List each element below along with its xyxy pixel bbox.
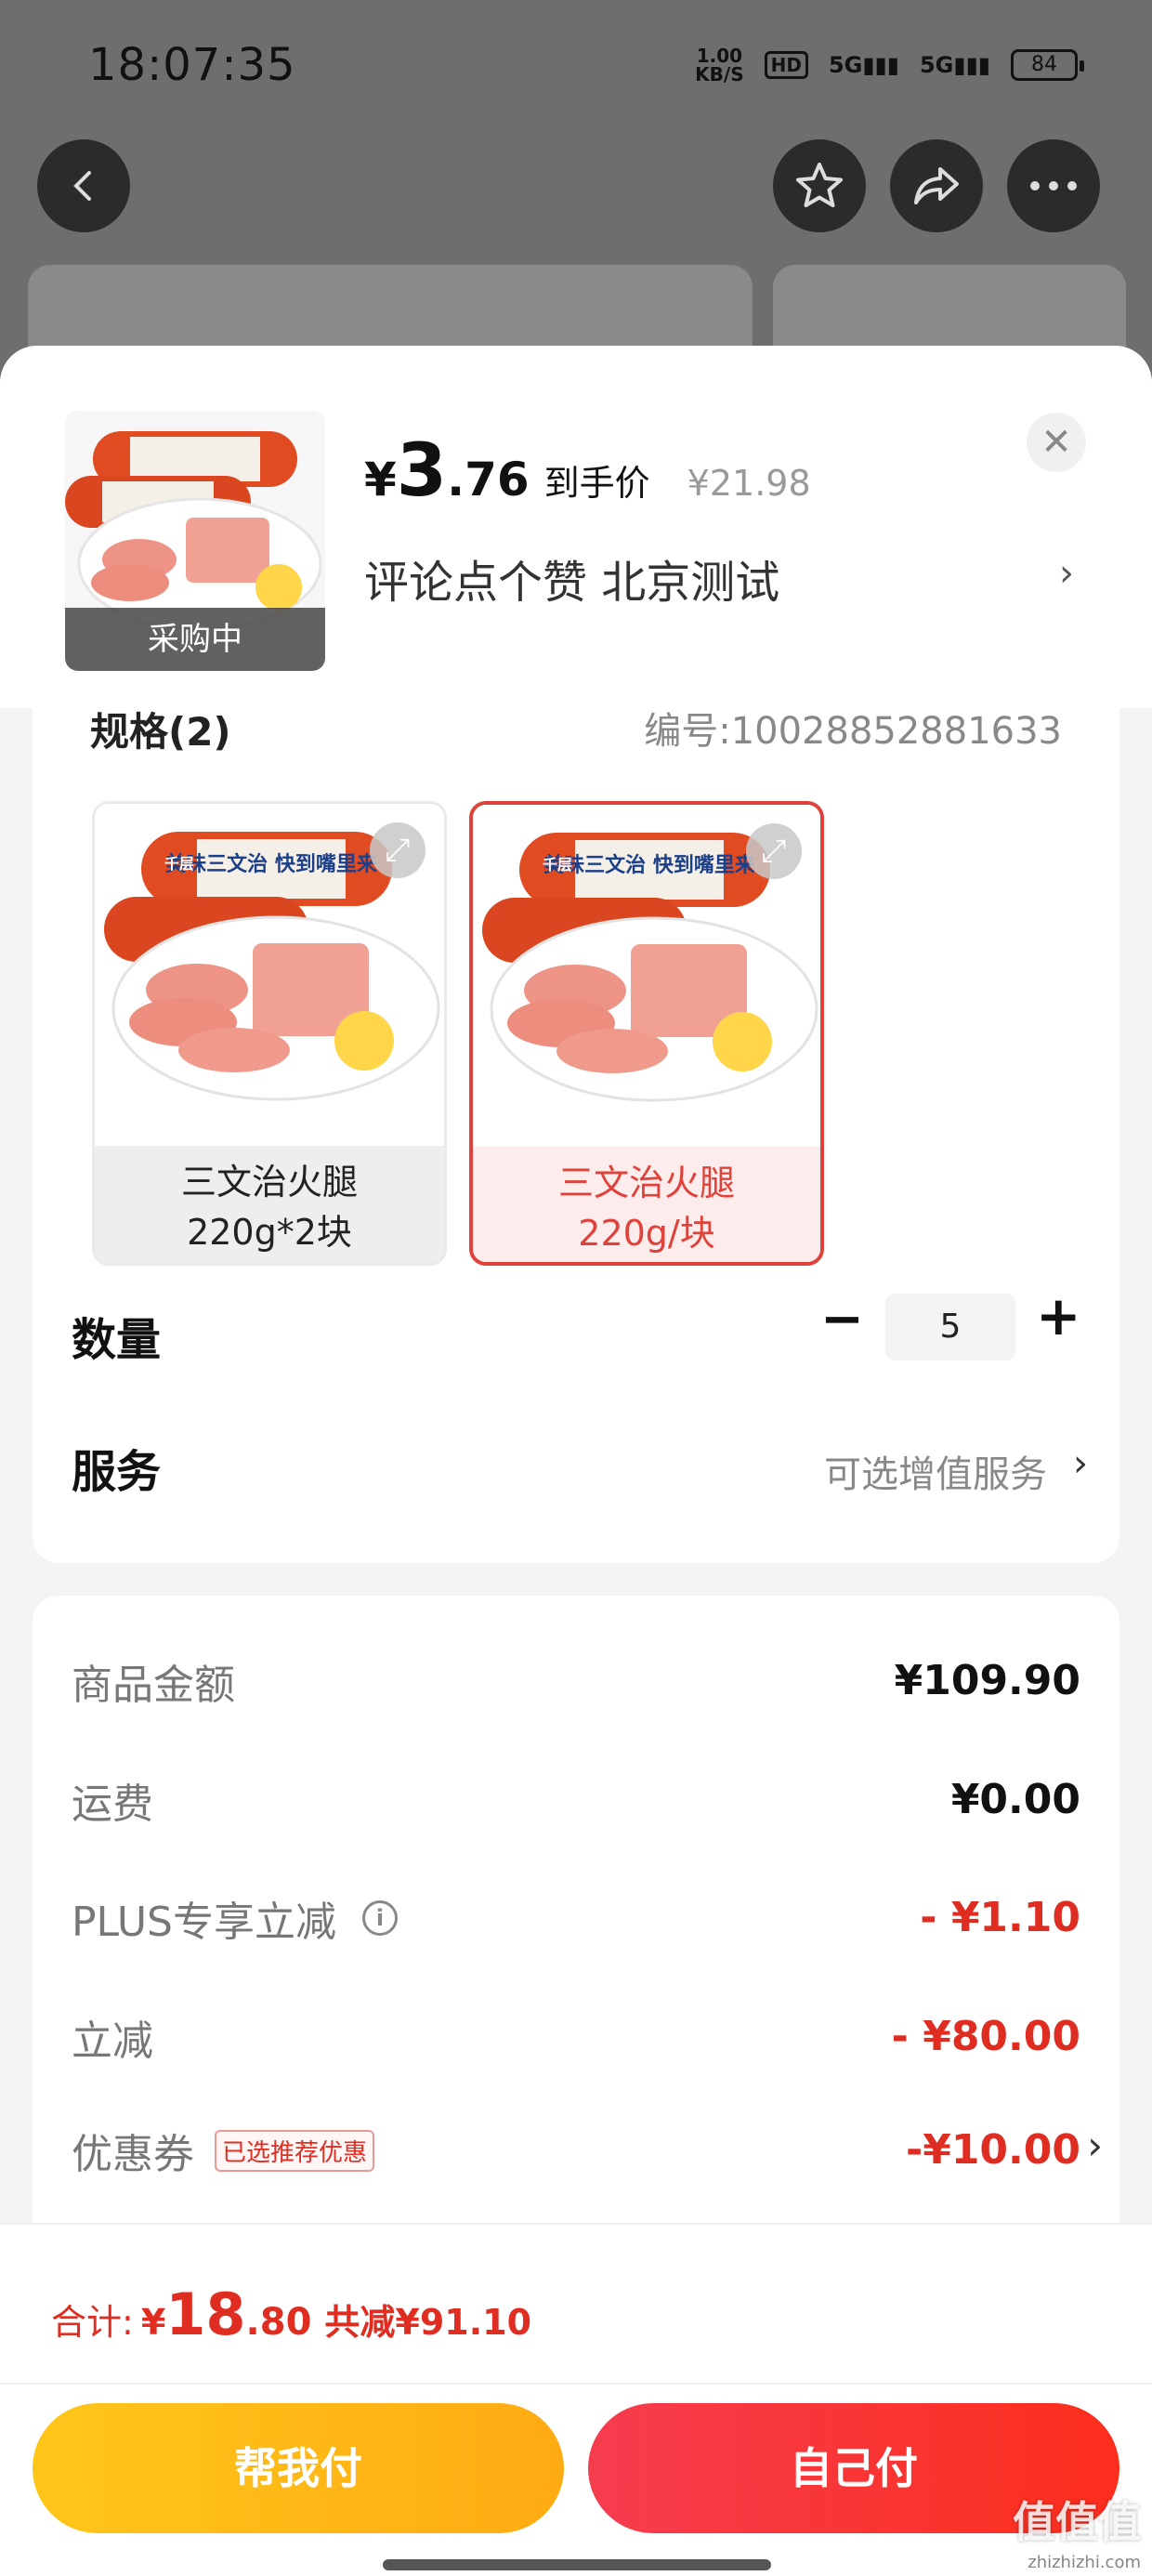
amount-card: 商品金额 ¥109.90 运费 ¥0.00 PLUS专享立减 i - ¥1.10…	[33, 1596, 1119, 2246]
purchase-sheet: 采购中 ¥ 3 .76 到手价 ¥21.98 ✕ 评论点个赞 北京测试 › 规格…	[0, 346, 1152, 2576]
price-decimal: .76	[447, 453, 530, 506]
total-summary: 合计: ¥ 18 .80 共减¥91.10	[51, 2280, 531, 2348]
share-icon	[914, 167, 959, 204]
close-button[interactable]: ✕	[1027, 413, 1086, 472]
back-button[interactable]	[37, 139, 130, 232]
amount-row-plus-discount: PLUS专享立减 i - ¥1.10	[72, 1888, 1080, 1953]
address-line[interactable]: 评论点个赞 北京测试	[364, 545, 779, 611]
status-bar: 18:07:35 1.00 KB/S HD 5G▮▮▮ 5G▮▮▮ 84	[0, 0, 1152, 139]
battery-icon: 84	[1011, 49, 1084, 81]
info-icon[interactable]: i	[362, 1900, 398, 1936]
svg-text:美味三文治 快到嘴里来: 美味三文治 快到嘴里来	[543, 853, 756, 877]
quantity-input[interactable]: 5	[885, 1294, 1015, 1360]
amount-value: - ¥80.00	[891, 2013, 1080, 2060]
product-code: 编号:10028852881633	[644, 710, 1062, 753]
net-speed-indicator: 1.00 KB/S	[695, 45, 744, 85]
sheet-header: 采购中 ¥ 3 .76 到手价 ¥21.98 ✕ 评论点个赞 北京测试 ›	[0, 346, 1152, 708]
amount-label: 运费	[72, 1781, 153, 1828]
amount-row-coupon[interactable]: 优惠券 已选推荐优惠 -¥10.00 ›	[72, 2121, 1103, 2186]
signal-icon: 5G▮▮▮	[828, 52, 899, 78]
more-dots-icon	[1030, 181, 1077, 191]
amount-label: PLUS专享立减 i	[72, 1888, 398, 1948]
expand-icon[interactable]: ⤢	[746, 823, 802, 879]
favorite-button[interactable]	[773, 139, 866, 232]
home-indicator[interactable]	[383, 2559, 771, 2570]
total-decimal: .80	[245, 2301, 312, 2344]
spec-option-selected[interactable]: 美味三文治 快到嘴里来 千层 ⤢ 三文治火腿 220g/块	[469, 801, 824, 1266]
amount-value: -¥10.00	[905, 2126, 1080, 2174]
chevron-right-icon[interactable]: ›	[1059, 552, 1074, 595]
service-hint[interactable]: 可选增值服务	[824, 1444, 1047, 1498]
share-button[interactable]	[890, 139, 983, 232]
amount-row-subtotal: 商品金额 ¥109.90	[72, 1651, 1080, 1716]
divider	[0, 2383, 1152, 2385]
watermark-url: zhizhizhi.com	[1028, 2553, 1141, 2572]
spec-option-label: 三文治火腿 220g/块	[473, 1147, 820, 1262]
price-integer: 3	[396, 429, 448, 513]
amount-label: 商品金额	[72, 1662, 235, 1709]
status-icons: 1.00 KB/S HD 5G▮▮▮ 5G▮▮▮ 84	[695, 45, 1084, 85]
total-integer: 18	[165, 2280, 246, 2348]
close-icon: ✕	[1041, 421, 1072, 464]
svg-text:千层: 千层	[543, 856, 572, 874]
price-row: ¥ 3 .76 到手价 ¥21.98	[364, 429, 811, 513]
svg-text:美味三文治 快到嘴里来: 美味三文治 快到嘴里来	[165, 852, 378, 876]
status-time: 18:07:35	[88, 39, 296, 91]
service-label: 服务	[72, 1446, 162, 1498]
price-currency: ¥	[364, 453, 397, 506]
amount-value: - ¥1.10	[920, 1894, 1080, 1941]
chevron-right-icon[interactable]: ›	[1087, 2123, 1103, 2168]
quantity-plus-button[interactable]: +	[1036, 1284, 1081, 1347]
spec-option-label: 三文治火腿 220g*2块	[95, 1146, 444, 1263]
total-saved: 共减¥91.10	[324, 2302, 532, 2343]
spec-card: 规格(2) 编号:10028852881633 美味三文治 快到嘴里来 千层 ⤢…	[33, 708, 1119, 1563]
amount-value: ¥0.00	[950, 1776, 1080, 1823]
help-pay-button[interactable]: 帮我付	[33, 2403, 564, 2533]
expand-icon[interactable]: ⤢	[370, 822, 425, 878]
more-button[interactable]	[1007, 139, 1100, 232]
thumbnail-status-tag: 采购中	[65, 608, 325, 671]
hd-badge: HD	[764, 51, 808, 79]
amount-label: 优惠券 已选推荐优惠	[72, 2121, 375, 2180]
amount-value: ¥109.90	[894, 1657, 1080, 1704]
amount-row-shipping: 运费 ¥0.00	[72, 1770, 1080, 1835]
star-icon	[796, 163, 843, 207]
quantity-minus-button[interactable]: −	[820, 1289, 864, 1349]
amount-label: 立减	[72, 2017, 153, 2065]
signal-icon-2: 5G▮▮▮	[919, 52, 990, 78]
amount-row-discount: 立减 - ¥80.00	[72, 2007, 1080, 2072]
watermark: 值值值	[1013, 2497, 1141, 2547]
total-label: 合计:	[51, 2302, 134, 2343]
checkout-footer: 合计: ¥ 18 .80 共减¥91.10 帮我付 自己付 值值值 zhizhi…	[0, 2223, 1152, 2576]
total-currency: ¥	[140, 2302, 166, 2343]
spec-title: 规格(2)	[90, 709, 231, 755]
chevron-right-icon[interactable]: ›	[1073, 1442, 1088, 1485]
price-label: 到手价	[543, 463, 650, 504]
quantity-label: 数量	[72, 1314, 162, 1366]
original-price: ¥21.98	[687, 463, 811, 504]
coupon-tag: 已选推荐优惠	[215, 2129, 375, 2172]
product-thumbnail[interactable]: 采购中	[65, 411, 325, 671]
svg-text:千层: 千层	[164, 855, 194, 873]
spec-option[interactable]: 美味三文治 快到嘴里来 千层 ⤢ 三文治火腿 220g*2块	[92, 801, 447, 1266]
chevron-left-icon	[73, 171, 91, 201]
